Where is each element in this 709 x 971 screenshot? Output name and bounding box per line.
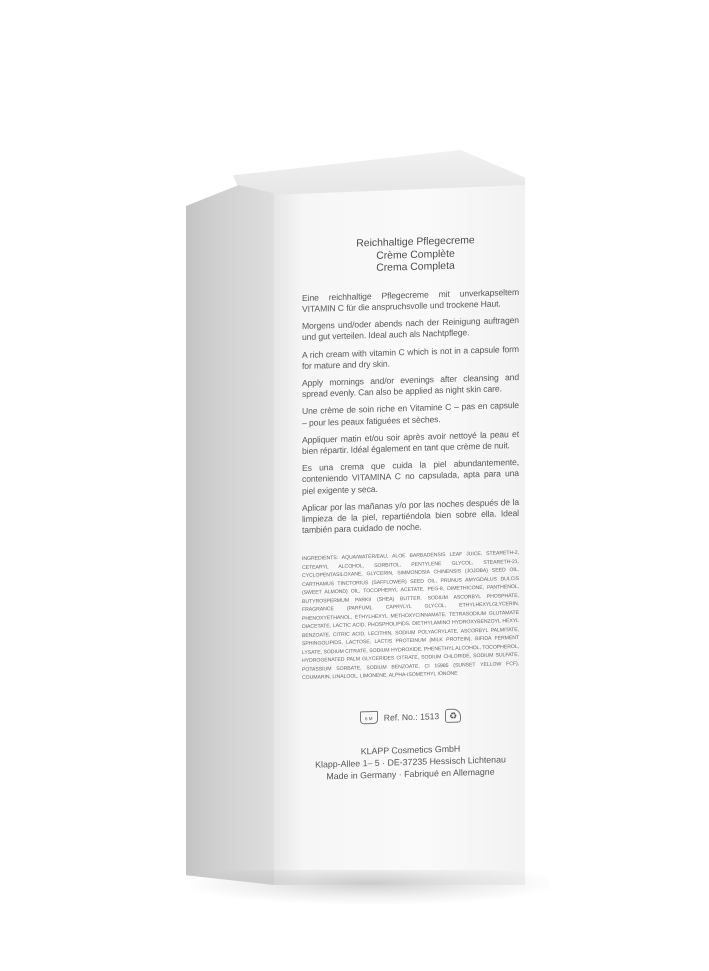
- usage-en: Apply mornings and/or evenings after cle…: [302, 371, 519, 400]
- usage-fr: Appliquer matin et/ou soir après avoir n…: [302, 428, 519, 457]
- reference-number: Ref. No.: 1513: [383, 711, 440, 723]
- box-side-panel: [186, 185, 274, 885]
- reference-row: 6 M Ref. No.: 1513 ♻: [302, 707, 519, 727]
- usage-de: Morgens und/oder abends nach der Reinigu…: [302, 315, 519, 343]
- usage-es: Aplicar por las mañanas y/o por las noch…: [302, 496, 519, 536]
- box-shadow: [190, 870, 550, 904]
- box-label: Reichhaltige Pflegecreme Crème Complète …: [302, 234, 519, 784]
- jar-pao-icon: 6 M: [359, 711, 378, 725]
- ingredients-list: Ingredients: Aqua/Water/Eau, Aloe Barbad…: [302, 550, 519, 682]
- description-es: Es una crema que cuida la piel abundante…: [302, 457, 519, 496]
- recycling-icon: ♻: [445, 708, 462, 723]
- description-fr: Une crème de soin riche en Vitamine C – …: [302, 400, 519, 428]
- product-photo: Reichhaltige Pflegecreme Crème Complète …: [0, 0, 709, 971]
- company-info: KLAPP Cosmetics GmbH Klapp-Allee 1– 5 · …: [302, 741, 519, 784]
- product-titles: Reichhaltige Pflegecreme Crème Complète …: [312, 234, 519, 278]
- description-en: A rich cream with vitamin C which is not…: [302, 343, 519, 371]
- description-de: Eine reichhaltige Pflegecreme mit unverk…: [302, 286, 519, 314]
